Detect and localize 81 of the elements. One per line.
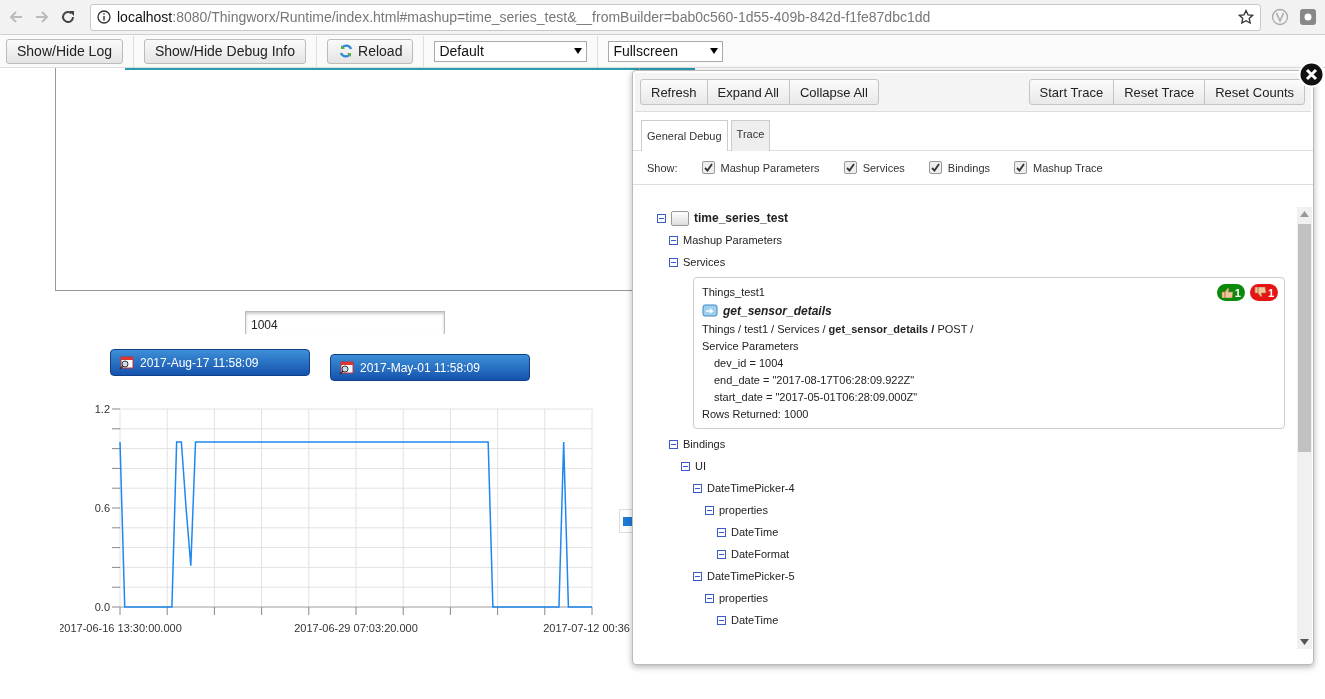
checkbox-label: Services [862,161,905,174]
y-tick-label: 1.2 [94,403,110,415]
address-bar[interactable]: localhost:8080/Thingworx/Runtime/index.html#mashup=time_series_test&__fromBuilder=bab0c560-1d55-409b-842d-f1fe87dbc1dd [90,3,1261,31]
parameter-value: dev_id = 1004 [713,357,785,369]
collapse-icon[interactable] [717,615,726,625]
mashup-icon [671,210,689,226]
tree-node[interactable]: Bindings [683,438,726,450]
panel-button[interactable]: Reset Trace [1113,79,1206,105]
x-tick-label: 2017-07-12 00:36 [543,622,630,634]
show-label: Show: [647,161,678,174]
rows-returned: Rows Returned: 1000 [702,408,810,420]
info-icon[interactable] [97,10,111,24]
x-tick-label: 2017-06-29 07:03:20.000 [294,622,418,634]
tree-node[interactable]: properties [719,504,768,516]
collapse-icon[interactable] [657,213,666,223]
service-path: Things / test1 / Services / get_sensor_details / POST / [702,323,975,335]
collapse-icon[interactable] [669,439,678,449]
tree-node[interactable]: DateTime [731,526,779,538]
panel-button[interactable]: Start Trace [1028,79,1115,105]
reload-icon[interactable] [60,9,76,25]
collapse-icon[interactable] [681,461,690,471]
tree-node[interactable]: DateTimePicker-5 [707,570,795,582]
reload-button[interactable]: Reload [327,38,414,64]
checkbox-label: Mashup Trace [1033,161,1103,174]
tab[interactable]: General Debug [641,120,728,151]
tree-node[interactable]: DateTimePicker-4 [707,482,795,494]
panel-button[interactable]: Expand All [706,79,790,105]
parameters-heading: Service Parameters [702,340,800,352]
tree-node[interactable]: DateFormat [731,548,790,560]
tree-node[interactable]: DateTime [731,614,779,626]
url-text: localhost:8080/Thingworx/Runtime/index.html#mashup=time_series_test&__fromBuilder=bab0c560-1d55-409b-842d-f1fe87dbc1dd [117,9,932,25]
calendar-search-icon [339,360,354,375]
scrollbar[interactable] [1297,207,1312,649]
panel-button[interactable]: Collapse All [788,79,879,105]
tree-node[interactable]: Mashup Parameters [683,234,783,246]
scroll-down-icon[interactable] [1300,639,1309,645]
toolbar-button[interactable]: Show/Hide Log [6,38,123,64]
collapse-icon[interactable] [717,527,726,537]
checkbox[interactable] [1014,161,1027,174]
thumbs-down-icon [1253,287,1267,298]
dropdown[interactable]: Fullscreen [608,40,724,62]
dropdown-arrow-icon [710,48,719,54]
checkbox[interactable] [928,161,942,174]
checkbox[interactable] [701,161,715,174]
collapse-icon[interactable] [705,505,714,515]
collapse-icon[interactable] [717,549,726,559]
collapse-icon[interactable] [669,257,678,267]
panel-button[interactable]: Reset Counts [1204,79,1305,105]
tree-node[interactable]: time_series_test [694,211,789,225]
parameter-value: end_date = "2017-08-17T06:28:09.922Z" [713,374,916,386]
thumbs-up-icon [1220,287,1234,298]
calendar-search-icon [119,355,134,370]
date-picker-button[interactable]: 2017-May-01 11:58:09 [330,354,530,381]
tree-node[interactable]: Services [683,256,726,268]
y-tick-label: 0.0 [94,601,110,613]
tree-node[interactable]: properties [719,592,768,604]
service-name: get_sensor_details [723,303,832,318]
star-icon[interactable] [1238,9,1254,25]
collapse-icon[interactable] [705,593,714,603]
input-field[interactable]: 1004 [245,311,445,334]
checkbox-label: Mashup Parameters [720,161,820,174]
date-picker-button[interactable]: 2017-Aug-17 11:58:09 [110,349,310,376]
dropdown[interactable]: Default [434,40,588,62]
toolbar-button[interactable]: Show/Hide Debug Info [143,38,307,64]
collapse-icon[interactable] [669,235,678,245]
failure-badge: 1 [1249,284,1278,301]
extension-icon[interactable] [1299,8,1317,26]
tab[interactable]: Trace [730,120,771,151]
thing-name: Things_test1 [702,286,765,298]
parameter-value: start_date = "2017-05-01T06:28:09.000Z" [713,391,919,403]
dropdown-arrow-icon [574,48,583,54]
checkbox-label: Bindings [947,161,990,174]
collapse-icon[interactable] [693,571,702,581]
panel-button[interactable]: Refresh [640,79,708,105]
y-tick-label: 0.6 [94,502,110,514]
success-badge: 1 [1216,284,1245,301]
service-icon [702,303,718,318]
tree-node[interactable]: UI [695,460,706,472]
checkbox[interactable] [843,161,857,174]
refresh-icon [338,43,355,59]
collapse-icon[interactable] [693,483,702,493]
